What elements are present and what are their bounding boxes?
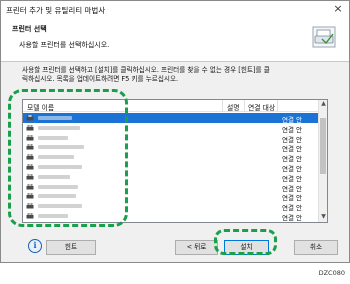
column-divider[interactable] (244, 100, 245, 112)
model-name-blurred (38, 204, 82, 209)
printer-icon (26, 134, 34, 141)
column-divider[interactable] (222, 100, 223, 112)
printer-icon (26, 173, 34, 180)
instruction-line-2: 릭하십시오. 목록을 업데이트하려면 F5 키를 누르십시오. (22, 75, 179, 83)
column-divider[interactable] (277, 100, 278, 112)
title-bar: 프린터 추가 및 유틸리티 마법사 × (1, 1, 349, 18)
list-header: 모델 이름 설명 연결 대상 (23, 100, 319, 112)
printer-icon (26, 183, 34, 190)
back-button[interactable]: < 뒤로 (175, 240, 218, 255)
model-name-blurred (38, 194, 76, 199)
wizard-window: 프린터 추가 및 유틸리티 마법사 × 프린터 선택 사용할 프린터를 선택하십… (0, 0, 350, 263)
table-row[interactable]: 연결 안 (23, 162, 319, 173)
vertical-scrollbar[interactable]: ▲ ▼ (318, 100, 327, 222)
table-row[interactable]: 연결 안 (23, 182, 319, 193)
hint-button[interactable]: 힌트 (46, 240, 96, 255)
model-name-blurred (38, 174, 70, 179)
window-title: 프린터 추가 및 유틸리티 마법사 (6, 6, 106, 15)
scroll-thumb[interactable] (320, 118, 326, 174)
printer-wizard-icon (312, 26, 336, 48)
model-name-blurred (38, 125, 80, 130)
model-name-blurred (38, 155, 74, 160)
info-icon: i (28, 239, 42, 253)
model-name-blurred (38, 213, 68, 218)
close-button[interactable]: × (331, 3, 345, 16)
cancel-button[interactable]: 취소 (294, 240, 338, 255)
column-model-name[interactable]: 모델 이름 (27, 102, 54, 112)
table-row[interactable]: 연결 안 (23, 211, 319, 222)
table-row[interactable]: 연결 안 (23, 133, 319, 144)
button-bar: i 힌트 < 뒤로 설치 취소 (1, 233, 349, 263)
model-name-blurred (38, 145, 84, 150)
table-row[interactable]: 연결 안 (23, 142, 319, 153)
connection-target: 연결 안 (282, 213, 303, 222)
scroll-down-arrow[interactable]: ▼ (320, 213, 327, 221)
printer-icon (26, 115, 34, 121)
model-name-blurred (38, 184, 78, 189)
printer-icon (26, 212, 34, 219)
column-description[interactable]: 설명 (227, 102, 240, 112)
printer-icon (26, 124, 34, 131)
table-row[interactable]: 연결 안 (23, 152, 319, 163)
printer-icon (26, 144, 34, 150)
table-row[interactable]: 연결 안 (23, 201, 319, 212)
list-rows: 연결 안 연결 안 연결 안 연결 안 연결 안 연결 안 연결 안 연결 안 연결 안 연결 안… (23, 113, 319, 223)
model-name-blurred (38, 164, 82, 169)
table-row[interactable]: 연결 안 (23, 123, 319, 134)
wizard-header: 프린터 선택 사용할 프린터를 선택하십시오. (1, 18, 349, 62)
header-title: 프린터 선택 (12, 25, 47, 33)
printer-icon (26, 154, 34, 160)
model-name-blurred (38, 116, 72, 120)
header-subtitle: 사용할 프린터를 선택하십시오. (19, 41, 110, 49)
printer-icon (26, 203, 34, 209)
scroll-up-arrow[interactable]: ▲ (320, 100, 327, 108)
table-row[interactable]: 연결 안 (23, 172, 319, 183)
printer-icon (26, 163, 34, 170)
model-name-blurred (38, 135, 68, 140)
install-button[interactable]: 설치 (224, 240, 269, 255)
table-row[interactable]: 연결 안 (23, 191, 319, 202)
figure-code: DZC080 (318, 269, 345, 277)
printer-icon (26, 193, 34, 199)
instruction-line-1: 사용할 프린터를 선택하고 [설치]를 클릭하십시오. 프린터를 찾을 수 없는… (22, 66, 270, 74)
column-connection-target[interactable]: 연결 대상 (248, 102, 275, 112)
table-row[interactable]: 연결 안 (23, 113, 319, 124)
instruction-text: 사용할 프린터를 선택하고 [설치]를 클릭하십시오. 프린터를 찾을 수 없는… (22, 66, 337, 84)
printer-list[interactable]: 모델 이름 설명 연결 대상 연결 안 연결 안 연결 안 연결 안 연결 안 연결 안연… (22, 99, 328, 223)
